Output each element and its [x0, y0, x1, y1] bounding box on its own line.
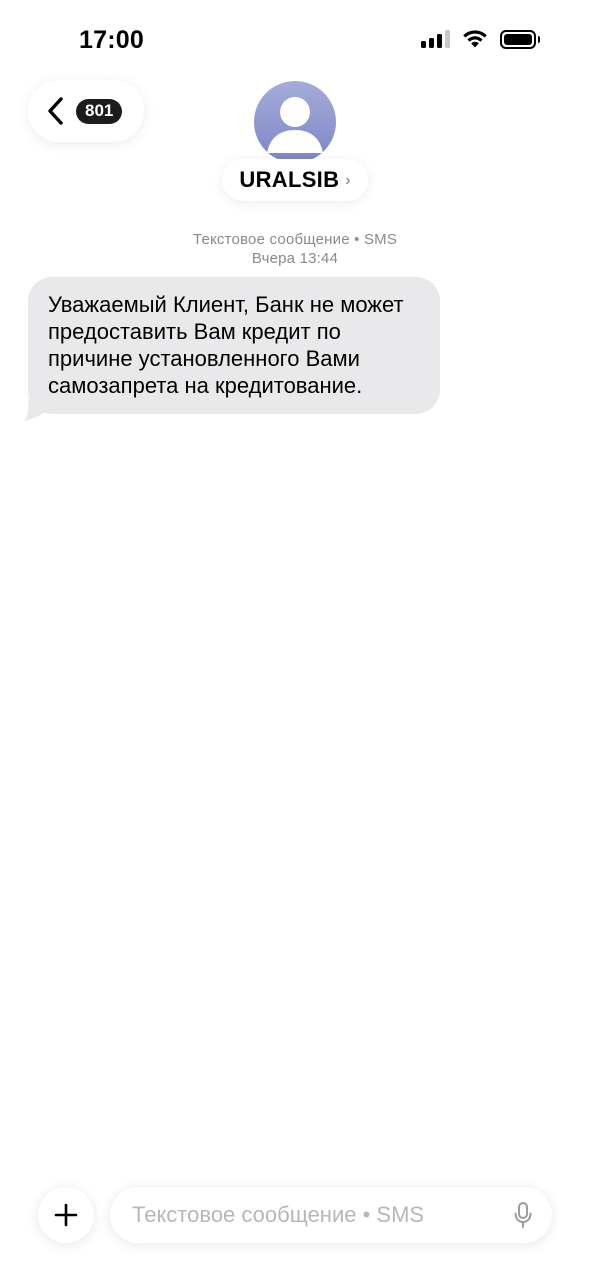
chevron-left-icon	[44, 96, 66, 126]
add-attachment-button[interactable]	[38, 1187, 94, 1243]
battery-icon	[499, 29, 540, 49]
incoming-message-bubble[interactable]: Уважаемый Клиент, Банк не может предоста…	[28, 277, 440, 414]
unread-count-badge: 801	[76, 98, 123, 124]
chevron-right-icon: ›	[345, 171, 351, 189]
wifi-icon	[462, 30, 487, 48]
message-input-container[interactable]	[110, 1187, 552, 1243]
contact-name: URALSIB	[239, 167, 340, 192]
message-input[interactable]	[132, 1202, 512, 1228]
contact-name-button[interactable]: URALSIB ›	[222, 159, 368, 201]
back-button[interactable]: 801	[28, 80, 144, 142]
plus-icon	[54, 1203, 78, 1227]
status-icons	[420, 29, 540, 49]
message-type-label: Текстовое сообщение • SMS	[192, 231, 398, 248]
contact-avatar[interactable]	[254, 81, 336, 163]
status-time: 17:00	[79, 26, 144, 54]
cellular-signal-icon	[420, 30, 450, 48]
message-timestamp: Вчера 13:44	[251, 250, 339, 267]
message-row: Уважаемый Клиент, Банк не может предоста…	[24, 277, 440, 421]
microphone-icon[interactable]	[512, 1200, 534, 1230]
person-icon	[267, 97, 323, 153]
